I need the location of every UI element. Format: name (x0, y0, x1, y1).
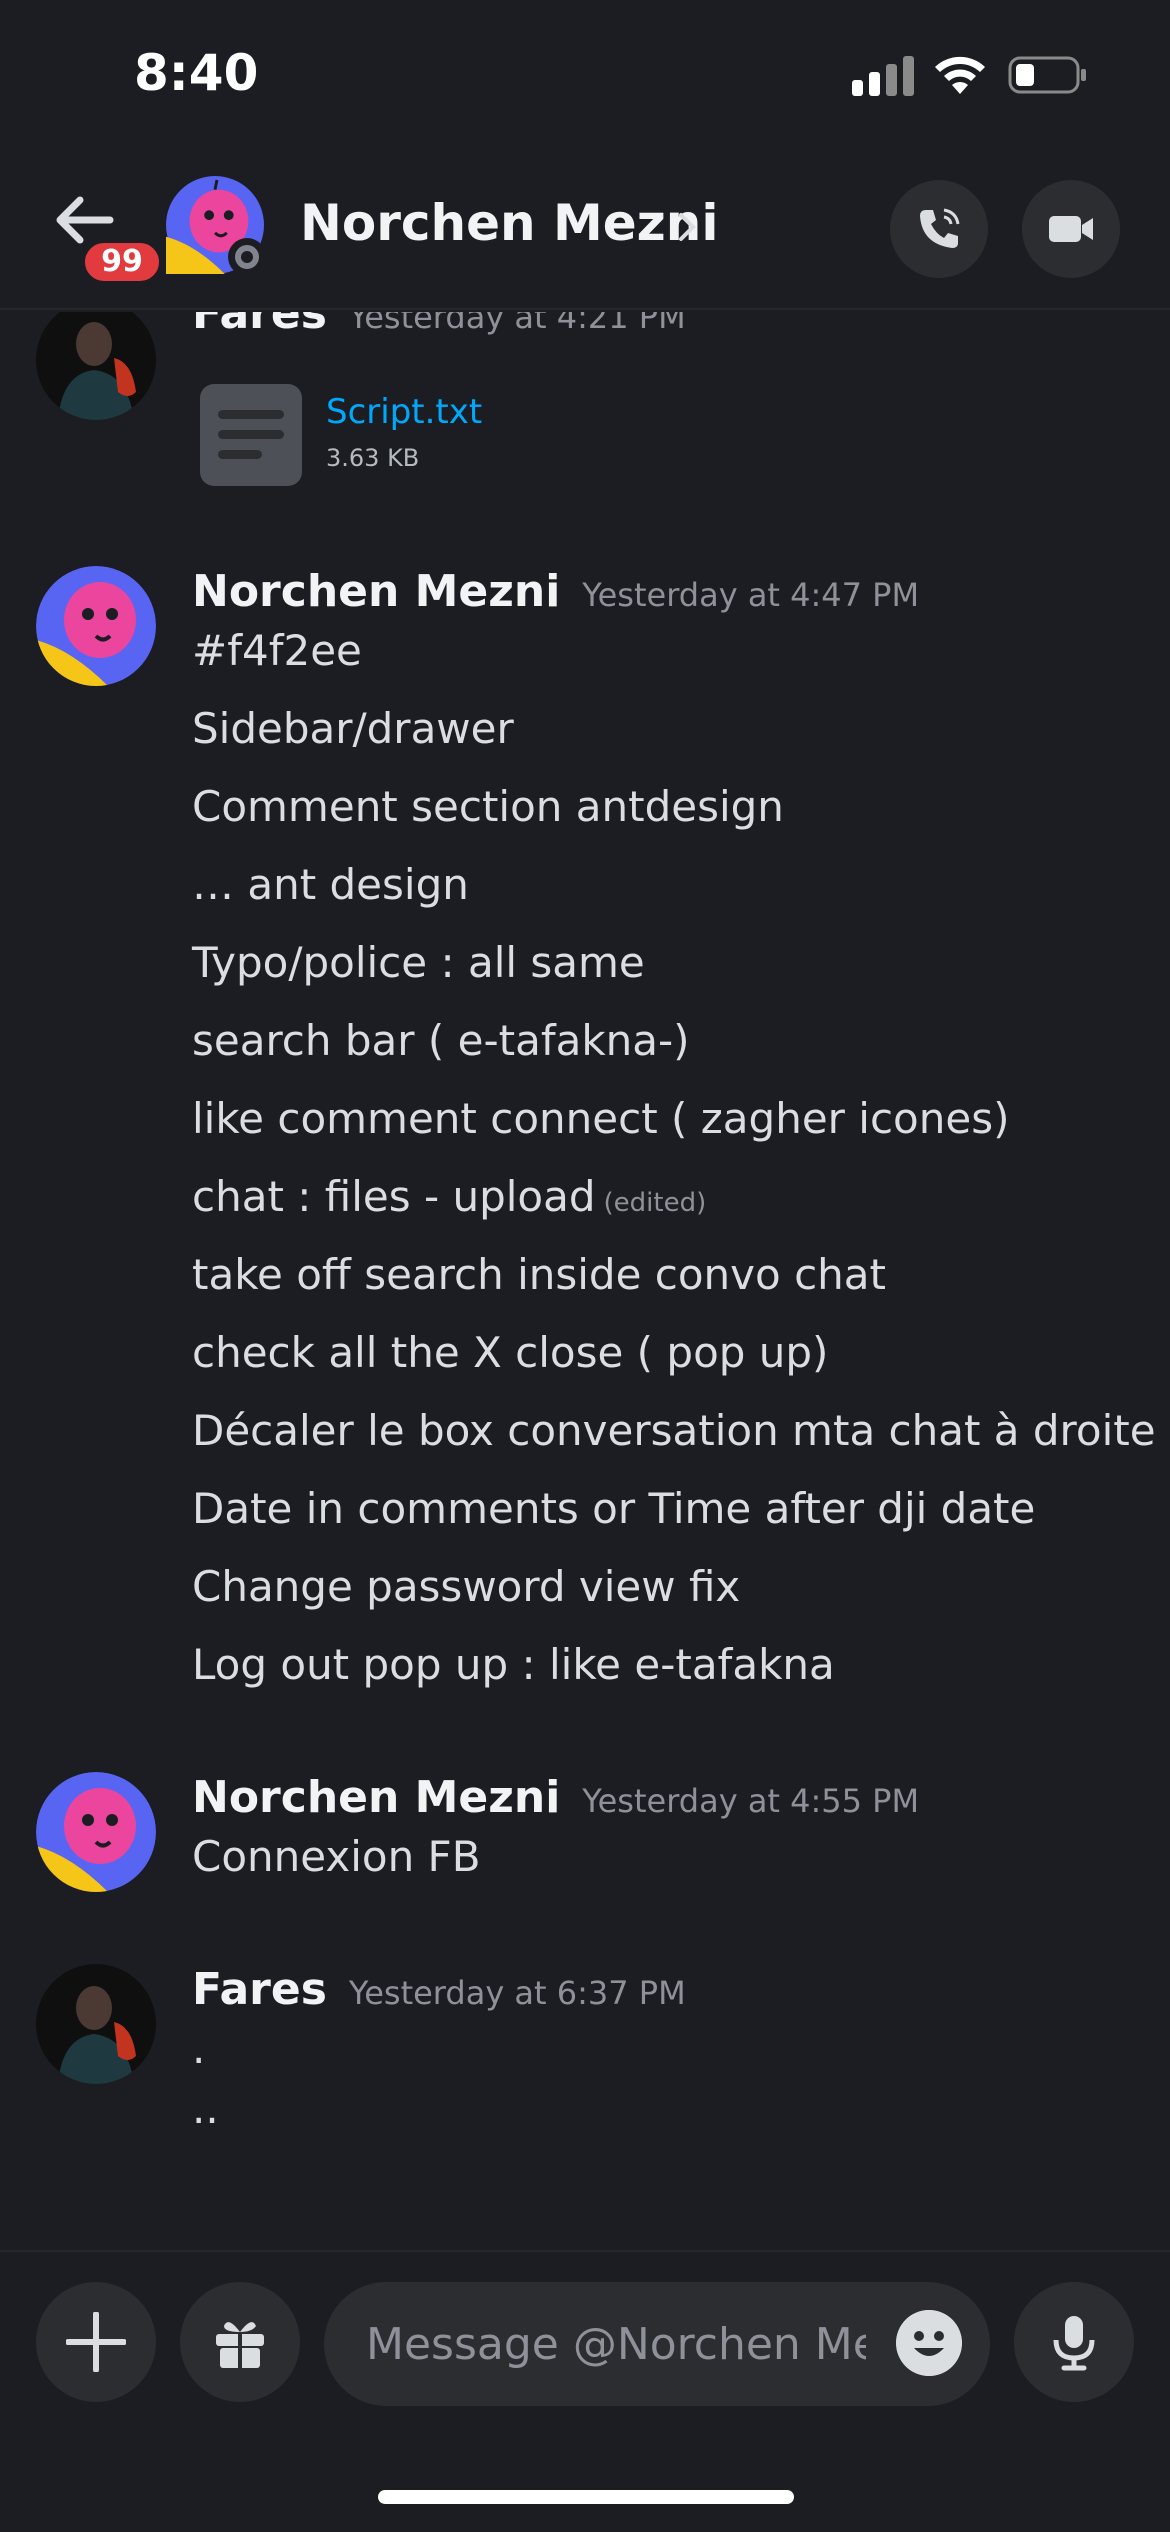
message-line: Sidebar/drawer (192, 704, 514, 753)
message-line: Typo/police : all same (192, 938, 645, 987)
offline-status-icon (228, 238, 266, 276)
avatar[interactable] (36, 566, 156, 686)
status-bar: 8:40 (0, 0, 1170, 150)
add-attachment-button[interactable] (36, 2282, 156, 2402)
message-author[interactable]: Fares Yesterday at 6:37 PM (192, 1964, 686, 2015)
voice-message-button[interactable] (1014, 2282, 1134, 2402)
edited-label: (edited) (603, 1188, 707, 1218)
gift-button[interactable] (180, 2282, 300, 2402)
message-author[interactable]: Norchen Mezni Yesterday at 4:55 PM (192, 1772, 919, 1823)
wifi-icon (935, 56, 985, 94)
message-line: Log out pop up : like e-tafakna (192, 1640, 835, 1689)
message-timestamp: Yesterday at 6:37 PM (348, 1974, 686, 2012)
attachment-link[interactable]: Script.txt (326, 392, 482, 432)
chevron-right-icon[interactable] (676, 210, 698, 244)
file-icon[interactable] (200, 384, 302, 486)
message-line: Change password view fix (192, 1562, 741, 1611)
message-timestamp: Yesterday at 4:21 PM (348, 312, 686, 336)
emoji-icon[interactable] (896, 2310, 962, 2376)
message-line: like comment connect ( zagher icones) (192, 1094, 1010, 1143)
message-line: Décaler le box conversation mta chat à d… (192, 1406, 1156, 1455)
message-input[interactable] (366, 2312, 866, 2376)
channel-title[interactable]: Norchen Mezni (300, 194, 719, 252)
microphone-icon (1053, 2316, 1095, 2371)
status-time: 8:40 (134, 44, 259, 102)
cellular-signal-icon (852, 56, 916, 96)
chat-header: 99 Norchen Mezni (0, 150, 1170, 310)
avatar[interactable] (36, 1964, 156, 2084)
message-author[interactable]: Fares Yesterday at 4:21 PM (192, 312, 686, 339)
message-line: . (192, 2024, 206, 2073)
battery-icon (1008, 56, 1086, 94)
message-input-container[interactable] (324, 2282, 990, 2406)
message-timestamp: Yesterday at 4:47 PM (582, 576, 920, 614)
avatar[interactable] (36, 1772, 156, 1892)
message-list[interactable]: Fares Yesterday at 4:21 PM Script.txt 3.6… (0, 312, 1170, 2248)
message-line: take off search inside convo chat (192, 1250, 886, 1299)
avatar[interactable] (36, 312, 156, 420)
message-line: #f4f2ee (192, 626, 362, 675)
chat-screen: 8:40 99 Norchen Mezni Fares Yesterday at… (0, 0, 1170, 2532)
message-line: Connexion FB (192, 1832, 481, 1881)
message-line: .. (192, 2084, 219, 2133)
gift-icon (216, 2322, 264, 2368)
unread-badge: 99 (80, 238, 164, 286)
video-call-button[interactable] (1022, 180, 1120, 278)
message-line: Comment section antdesign (192, 782, 784, 831)
message-line: check all the X close ( pop up) (192, 1328, 829, 1377)
message-line: … ant design (192, 860, 469, 909)
message-line: Date in comments or Time after dji date (192, 1484, 1036, 1533)
message-author[interactable]: Norchen Mezni Yesterday at 4:47 PM (192, 566, 919, 617)
phone-icon (920, 208, 960, 248)
message-line: chat : files - upload (edited) (192, 1172, 707, 1221)
message-timestamp: Yesterday at 4:55 PM (582, 1782, 920, 1820)
attachment-size: 3.63 KB (326, 444, 420, 472)
message-line: search bar ( e-tafakna-) (192, 1016, 690, 1065)
video-icon (1049, 216, 1093, 242)
home-indicator[interactable] (378, 2490, 794, 2504)
plus-icon (66, 2312, 126, 2372)
voice-call-button[interactable] (890, 180, 988, 278)
